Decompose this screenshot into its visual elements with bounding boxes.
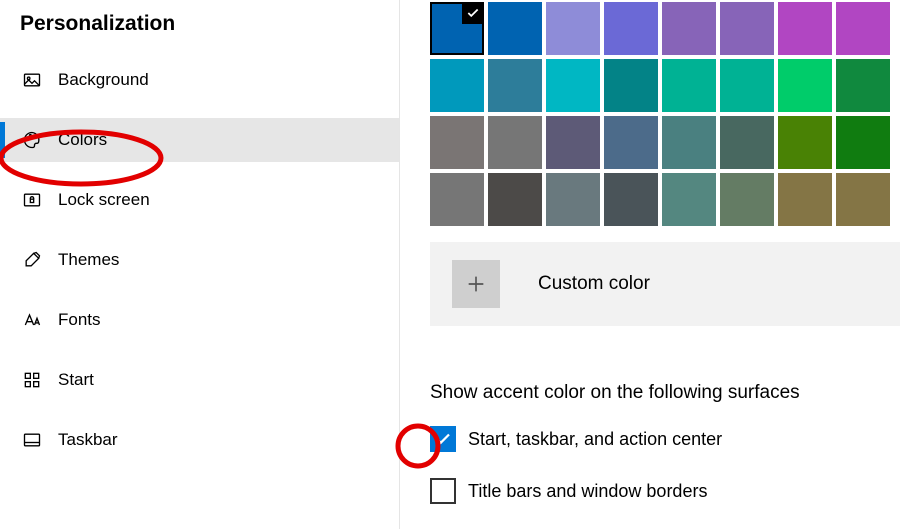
color-swatch[interactable]: [662, 59, 716, 112]
picture-icon: [22, 70, 42, 90]
color-swatch[interactable]: [604, 173, 658, 226]
color-swatch[interactable]: [836, 59, 890, 112]
color-swatch[interactable]: [488, 173, 542, 226]
surface-option-label: Start, taskbar, and action center: [468, 429, 722, 450]
color-swatch[interactable]: [430, 173, 484, 226]
color-swatch[interactable]: [430, 2, 484, 55]
sidebar-item-label: Taskbar: [58, 430, 118, 450]
sidebar-item-fonts[interactable]: Fonts: [0, 298, 399, 342]
surface-option-start-taskbar[interactable]: Start, taskbar, and action center: [430, 426, 900, 452]
sidebar-item-start[interactable]: Start: [0, 358, 399, 402]
sidebar-item-themes[interactable]: Themes: [0, 238, 399, 282]
color-swatch[interactable]: [720, 59, 774, 112]
swatch-row: [430, 116, 900, 169]
color-swatch[interactable]: [546, 116, 600, 169]
check-icon: [462, 2, 484, 24]
palette-icon: [22, 130, 42, 150]
custom-color-label: Custom color: [538, 273, 650, 295]
swatch-row: [430, 59, 900, 112]
color-swatch[interactable]: [546, 173, 600, 226]
start-grid-icon: [22, 370, 42, 390]
color-swatch[interactable]: [604, 59, 658, 112]
color-swatch[interactable]: [778, 173, 832, 226]
sidebar-item-label: Themes: [58, 250, 119, 270]
surface-option-label: Title bars and window borders: [468, 481, 707, 502]
plus-icon: [452, 260, 500, 308]
color-swatch[interactable]: [778, 2, 832, 55]
color-swatch[interactable]: [488, 116, 542, 169]
color-swatch[interactable]: [662, 2, 716, 55]
sidebar-item-label: Colors: [58, 130, 107, 150]
color-swatch[interactable]: [488, 2, 542, 55]
color-swatch[interactable]: [546, 59, 600, 112]
lock-screen-icon: [22, 190, 42, 210]
settings-sidebar: Personalization Background Colors Lock s…: [0, 0, 400, 529]
sidebar-title: Personalization: [0, 12, 399, 58]
color-swatch[interactable]: [662, 116, 716, 169]
surfaces-heading: Show accent color on the following surfa…: [430, 382, 900, 404]
color-swatch[interactable]: [546, 2, 600, 55]
sidebar-item-label: Start: [58, 370, 94, 390]
colors-main-pane: Custom color Show accent color on the fo…: [400, 0, 900, 529]
color-swatch[interactable]: [604, 2, 658, 55]
font-icon: [22, 310, 42, 330]
color-swatch[interactable]: [836, 116, 890, 169]
swatch-row: [430, 2, 900, 55]
sidebar-item-label: Fonts: [58, 310, 101, 330]
color-swatch[interactable]: [604, 116, 658, 169]
checkbox-start-taskbar[interactable]: [430, 426, 456, 452]
accent-color-grid: [430, 0, 900, 226]
custom-color-row[interactable]: Custom color: [430, 242, 900, 326]
sidebar-item-lock-screen[interactable]: Lock screen: [0, 178, 399, 222]
color-swatch[interactable]: [430, 116, 484, 169]
color-swatch[interactable]: [430, 59, 484, 112]
surface-option-title-bars[interactable]: Title bars and window borders: [430, 478, 900, 504]
taskbar-icon: [22, 430, 42, 450]
sidebar-item-label: Lock screen: [58, 190, 150, 210]
color-swatch[interactable]: [488, 59, 542, 112]
sidebar-item-colors[interactable]: Colors: [0, 118, 399, 162]
sidebar-nav-list: Background Colors Lock screen Themes: [0, 58, 399, 462]
sidebar-item-background[interactable]: Background: [0, 58, 399, 102]
color-swatch[interactable]: [778, 116, 832, 169]
sidebar-item-label: Background: [58, 70, 149, 90]
color-swatch[interactable]: [720, 116, 774, 169]
swatch-row: [430, 173, 900, 226]
color-swatch[interactable]: [720, 173, 774, 226]
color-swatch[interactable]: [836, 173, 890, 226]
color-swatch[interactable]: [720, 2, 774, 55]
sidebar-item-taskbar[interactable]: Taskbar: [0, 418, 399, 462]
color-swatch[interactable]: [662, 173, 716, 226]
paintbrush-icon: [22, 250, 42, 270]
color-swatch[interactable]: [778, 59, 832, 112]
color-swatch[interactable]: [836, 2, 890, 55]
checkbox-title-bars[interactable]: [430, 478, 456, 504]
